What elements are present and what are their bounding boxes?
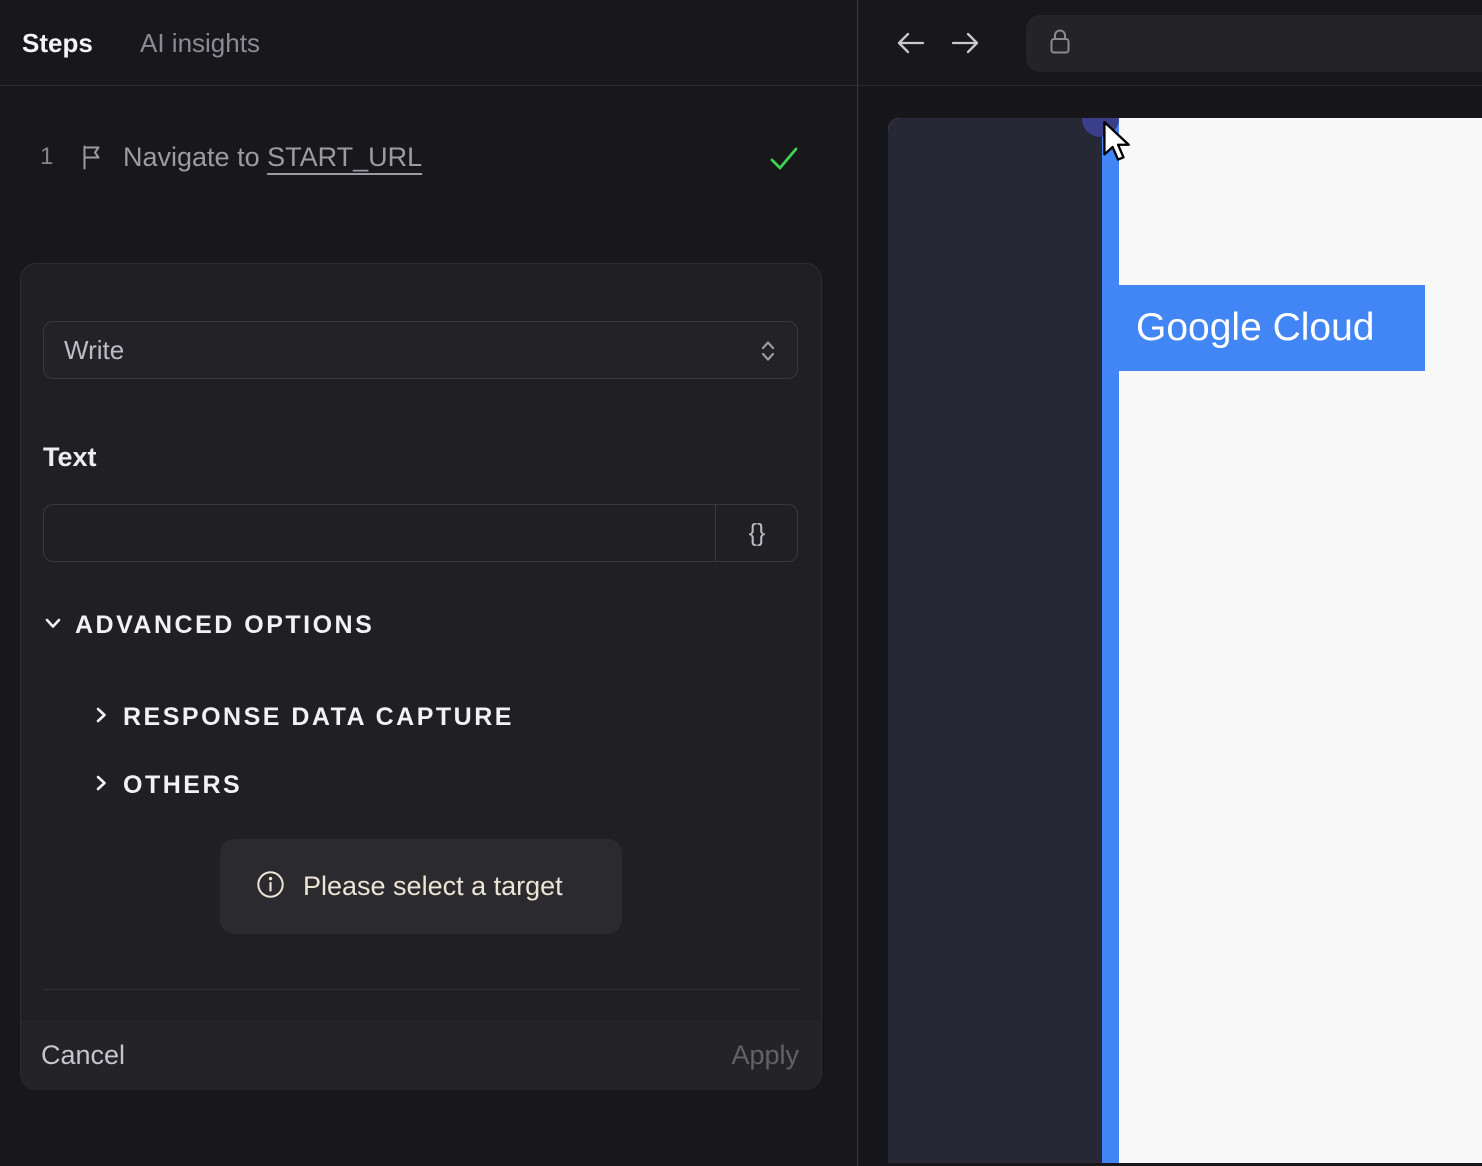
apply-button[interactable]: Apply <box>731 1020 799 1090</box>
chevron-right-icon <box>91 705 111 730</box>
step-target-link[interactable]: START_URL <box>267 142 422 172</box>
page-viewport[interactable]: Google Cloud <box>888 118 1482 1163</box>
page-brand-highlight[interactable]: Google Cloud <box>1119 285 1425 371</box>
step-title: Navigate to START_URL <box>123 134 422 180</box>
steps-panel: 1 Navigate to START_URL Write Text {} AD… <box>0 86 857 1166</box>
tab-steps[interactable]: Steps <box>22 0 93 86</box>
response-data-capture-label: RESPONSE DATA CAPTURE <box>123 702 514 731</box>
page-dark-sidebar <box>888 118 1102 1163</box>
step-action-text: Navigate to <box>123 142 268 172</box>
flag-icon <box>80 144 104 175</box>
lock-icon <box>1049 27 1071 61</box>
address-bar[interactable] <box>1026 15 1482 72</box>
response-data-capture-toggle[interactable]: RESPONSE DATA CAPTURE <box>91 700 514 734</box>
browser-preview-panel: Google Cloud <box>858 86 1482 1166</box>
select-target-notice: Please select a target <box>220 839 622 934</box>
others-toggle[interactable]: OTHERS <box>91 768 242 802</box>
select-target-text: Please select a target <box>303 871 563 901</box>
step-item[interactable]: 1 Navigate to START_URL <box>0 134 857 180</box>
tab-ai-insights[interactable]: AI insights <box>140 0 260 86</box>
page-brand-text: Google Cloud <box>1136 306 1375 349</box>
cancel-button[interactable]: Cancel <box>41 1020 125 1090</box>
panel-divider <box>857 0 858 1166</box>
step-editor-card: Write Text {} ADVANCED OPTIONS RESPONSE … <box>20 263 822 1090</box>
arrow-left-icon <box>892 32 928 64</box>
cursor-icon <box>1100 120 1134 169</box>
chevron-down-icon <box>43 613 63 638</box>
check-icon <box>769 146 799 177</box>
editor-footer: Cancel Apply <box>21 1020 821 1090</box>
advanced-options-toggle[interactable]: ADVANCED OPTIONS <box>43 608 374 642</box>
top-header: Steps AI insights <box>0 0 1482 86</box>
divider <box>43 989 800 990</box>
insert-variable-button[interactable]: {} <box>716 505 798 561</box>
info-icon <box>256 870 285 904</box>
text-field: {} <box>43 504 798 562</box>
action-select[interactable]: Write <box>43 321 798 379</box>
advanced-options-label: ADVANCED OPTIONS <box>75 610 375 639</box>
step-number: 1 <box>40 143 54 170</box>
others-label: OTHERS <box>123 770 243 799</box>
text-input[interactable] <box>44 505 714 561</box>
chevron-right-icon <box>91 773 111 798</box>
page-accent-stripe <box>1102 118 1119 1163</box>
action-select-value: Write <box>64 335 125 365</box>
forward-button[interactable] <box>948 26 984 60</box>
back-button[interactable] <box>892 26 928 60</box>
text-field-label: Text <box>43 442 97 472</box>
chevron-updown-icon <box>759 339 777 368</box>
arrow-right-icon <box>948 32 984 64</box>
